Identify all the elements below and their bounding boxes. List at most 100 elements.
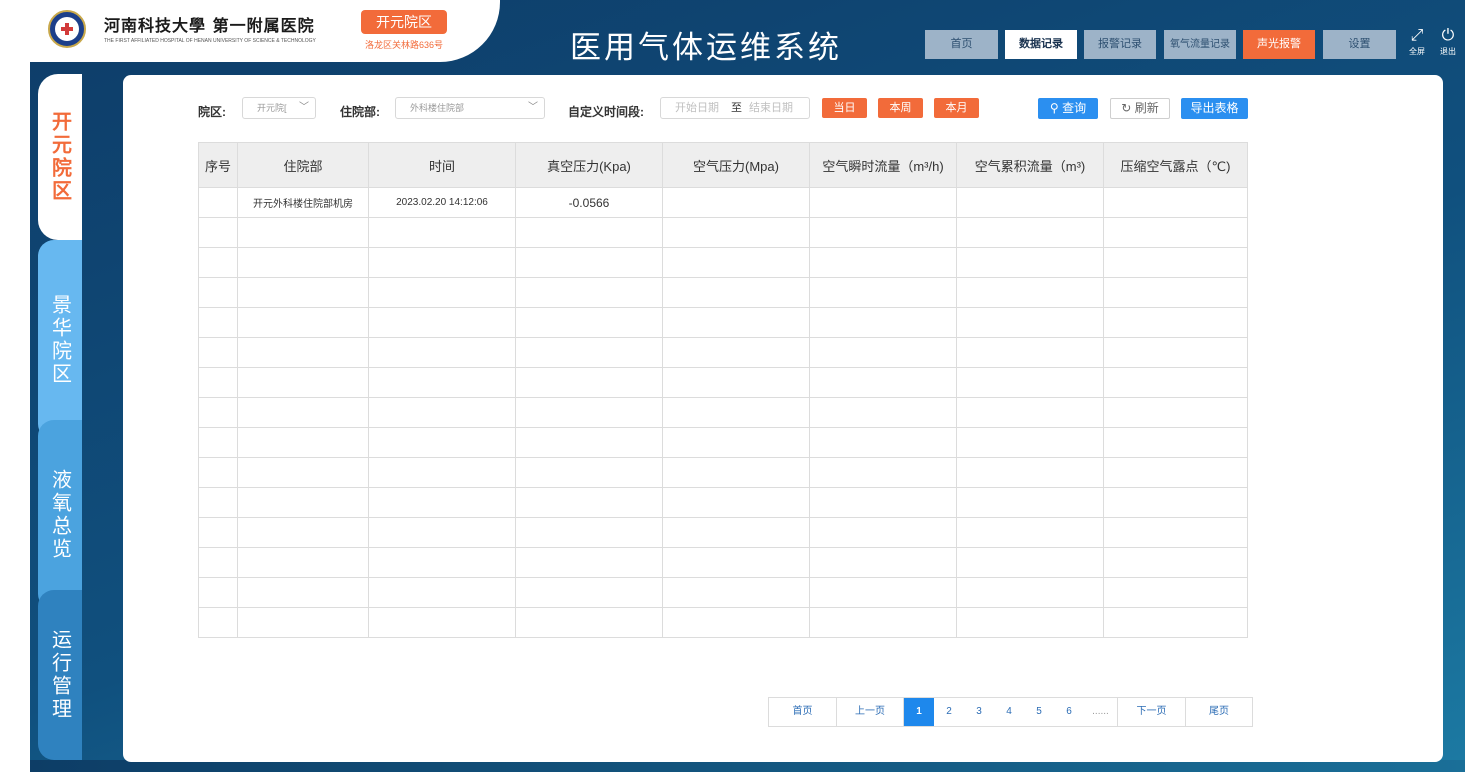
table-row[interactable]	[198, 487, 1248, 518]
table-cell	[809, 217, 957, 248]
table-cell	[809, 577, 957, 608]
next-page-button[interactable]: 下一页	[1118, 698, 1186, 726]
date-range-picker[interactable]: 开始日期 至 结束日期	[660, 97, 810, 119]
nav-settings-button[interactable]: 设置	[1323, 30, 1396, 59]
chevron-down-icon: ﹀	[299, 102, 309, 113]
this-month-button[interactable]: 本月	[934, 98, 979, 118]
nav-oxygen-flow-button[interactable]: 氧气流量记录	[1164, 30, 1236, 59]
table-row[interactable]	[198, 277, 1248, 308]
table-row[interactable]	[198, 367, 1248, 398]
table-cell	[198, 217, 238, 248]
page-number-3[interactable]: 3	[964, 698, 994, 726]
today-button[interactable]: 当日	[822, 98, 867, 118]
ward-select[interactable]: 外科楼住院部 ﹀	[395, 97, 545, 119]
page-number-4[interactable]: 4	[994, 698, 1024, 726]
system-title: 医用气体运维系统	[570, 30, 842, 65]
table-cell	[368, 427, 516, 458]
fullscreen-button[interactable]: ⤢ 全屏	[1404, 28, 1430, 57]
table-cell	[662, 547, 810, 578]
table-cell	[198, 337, 238, 368]
table-cell	[809, 187, 957, 218]
table-cell	[515, 427, 663, 458]
side-tab-operations[interactable]: 运行管理	[38, 590, 82, 760]
table-cell	[198, 307, 238, 338]
column-header[interactable]: 序号	[198, 142, 238, 188]
page-number-1[interactable]: 1	[904, 698, 934, 726]
ward-select-value: 外科楼住院部	[410, 103, 465, 113]
table-cell	[515, 487, 663, 518]
export-table-button[interactable]: 导出表格	[1181, 98, 1248, 119]
table-cell	[368, 337, 516, 368]
refresh-button[interactable]: ↻ 刷新	[1110, 98, 1170, 119]
table-row[interactable]	[198, 577, 1248, 608]
table-row[interactable]	[198, 337, 1248, 368]
table-cell	[515, 217, 663, 248]
first-page-button[interactable]: 首页	[769, 698, 837, 726]
side-tab-label: 运行管理	[48, 629, 71, 721]
last-page-button[interactable]: 尾页	[1186, 698, 1252, 726]
table-row[interactable]	[198, 217, 1248, 248]
column-header[interactable]: 空气压力(Mpa)	[662, 142, 810, 188]
nav-data-records-button[interactable]: 数据记录	[1005, 30, 1077, 59]
page-number-2[interactable]: 2	[934, 698, 964, 726]
page-ellipsis: ......	[1084, 698, 1118, 726]
table-row[interactable]	[198, 457, 1248, 488]
medical-cross-icon	[61, 23, 73, 35]
table-cell	[515, 277, 663, 308]
column-header[interactable]: 时间	[368, 142, 516, 188]
table-cell	[1103, 307, 1248, 338]
column-header[interactable]: 压缩空气露点（℃)	[1103, 142, 1248, 188]
table-cell	[237, 397, 369, 428]
table-cell	[956, 397, 1104, 428]
column-header[interactable]: 住院部	[237, 142, 369, 188]
table-cell	[662, 517, 810, 548]
page-number-5[interactable]: 5	[1024, 698, 1054, 726]
table-row[interactable]	[198, 517, 1248, 548]
page-number-6[interactable]: 6	[1054, 698, 1084, 726]
table-cell	[1103, 337, 1248, 368]
table-cell	[956, 337, 1104, 368]
logout-label: 退出	[1440, 47, 1456, 56]
nav-alarm-records-button[interactable]: 报警记录	[1084, 30, 1156, 59]
logo-panel: 河南科技大學 第一附属医院 THE FIRST AFFILIATED HOSPI…	[0, 0, 500, 62]
table-row[interactable]	[198, 607, 1248, 638]
table-row[interactable]	[198, 427, 1248, 458]
table-cell	[237, 547, 369, 578]
nav-home-button[interactable]: 首页	[925, 30, 998, 59]
side-tab-liquid-oxygen[interactable]: 液氧总览	[38, 420, 82, 610]
table-cell	[1103, 547, 1248, 578]
table-cell	[198, 487, 238, 518]
table-cell	[368, 457, 516, 488]
prev-page-button[interactable]: 上一页	[837, 698, 904, 726]
table-cell	[662, 487, 810, 518]
search-icon: ⚲	[1049, 101, 1059, 115]
side-tab-kaiyuan[interactable]: 开元院区	[38, 74, 82, 240]
table-cell	[956, 367, 1104, 398]
column-header[interactable]: 真空压力(Kpa)	[515, 142, 663, 188]
date-range-separator: 至	[731, 102, 742, 114]
column-header[interactable]: 空气瞬时流量（m³/h)	[809, 142, 957, 188]
campus-address: 洛龙区关林路636号	[364, 40, 444, 50]
table-cell	[237, 277, 369, 308]
query-button[interactable]: ⚲ 查询	[1038, 98, 1098, 119]
table-cell	[237, 457, 369, 488]
table-cell	[368, 517, 516, 548]
table-cell	[237, 307, 369, 338]
hospital-name: 河南科技大學 第一附属医院	[104, 16, 315, 35]
table-row[interactable]	[198, 547, 1248, 578]
this-week-button[interactable]: 本周	[878, 98, 923, 118]
table-row[interactable]	[198, 307, 1248, 338]
table-cell	[237, 517, 369, 548]
nav-sound-light-alarm-button[interactable]: 声光报警	[1243, 30, 1315, 59]
campus-select[interactable]: 开元院[ ﹀	[242, 97, 316, 119]
side-tab-jinghua[interactable]: 景华院区	[38, 240, 82, 440]
table-row[interactable]	[198, 397, 1248, 428]
table-cell	[956, 187, 1104, 218]
column-header[interactable]: 空气累积流量（m³)	[956, 142, 1104, 188]
refresh-button-label: 刷新	[1134, 101, 1159, 115]
table-row[interactable]: 开元外科楼住院部机房 2023.02.20 14:12:06 -0.0566	[198, 187, 1248, 218]
table-row[interactable]	[198, 247, 1248, 278]
logout-button[interactable]: ⏻ 退出	[1435, 28, 1461, 57]
left-edge-strip	[0, 0, 30, 772]
table-cell	[809, 547, 957, 578]
